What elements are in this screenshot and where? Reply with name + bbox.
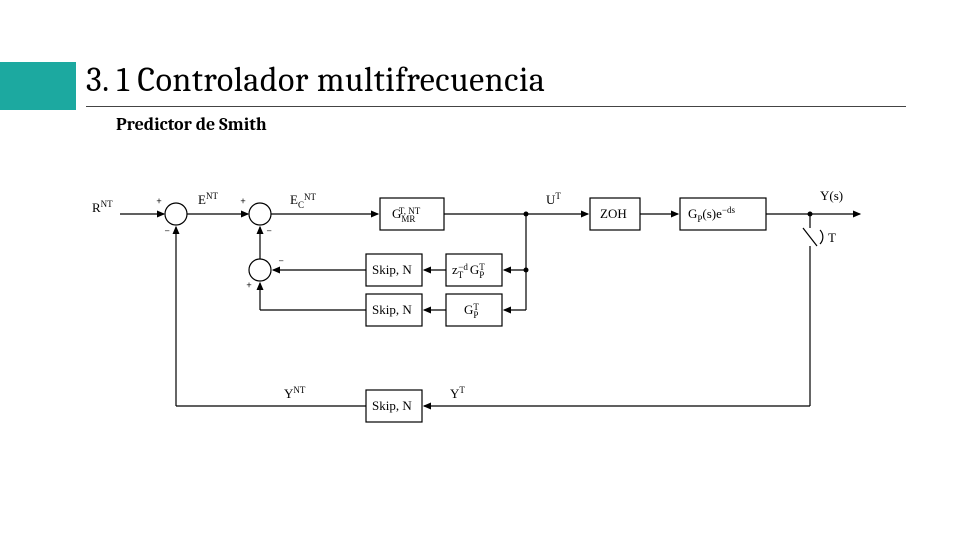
sign-plus-2: + [240, 194, 246, 207]
label-skip-2: Skip, N [372, 262, 412, 277]
sign-minus-2b: − [278, 254, 284, 267]
sum-junction-3 [249, 259, 271, 281]
label-T: T [828, 230, 836, 245]
label-E: ENT [198, 191, 218, 207]
sign-plus-1: + [156, 194, 162, 207]
label-skip-4: Skip, N [372, 398, 412, 413]
label-Ec: ECNT [290, 192, 316, 210]
label-YT: YT [450, 385, 465, 401]
page-subtitle: Predictor de Smith [116, 114, 267, 135]
sampler-icon: T [803, 214, 836, 406]
sign-minus-1: − [164, 224, 170, 237]
block-diagram: RNT + − ENT + − ECNT GMRT, NT UT ZOH GP(… [90, 180, 890, 440]
label-zoh: ZOH [600, 206, 627, 221]
page-title: 3. 1 Controlador multifrecuencia [86, 60, 545, 100]
accent-bar [0, 62, 76, 110]
label-U: UT [546, 191, 561, 207]
sum-junction-2 [249, 203, 271, 225]
sign-plus-3: + [246, 278, 252, 291]
sum-junction-1 [165, 203, 187, 225]
title-underline [86, 106, 906, 107]
label-Ys: Y(s) [820, 188, 843, 203]
label-R: RNT [92, 199, 113, 215]
sign-minus-2a: − [266, 224, 272, 237]
label-YNT: YNT [284, 385, 306, 401]
label-skip-3: Skip, N [372, 302, 412, 317]
